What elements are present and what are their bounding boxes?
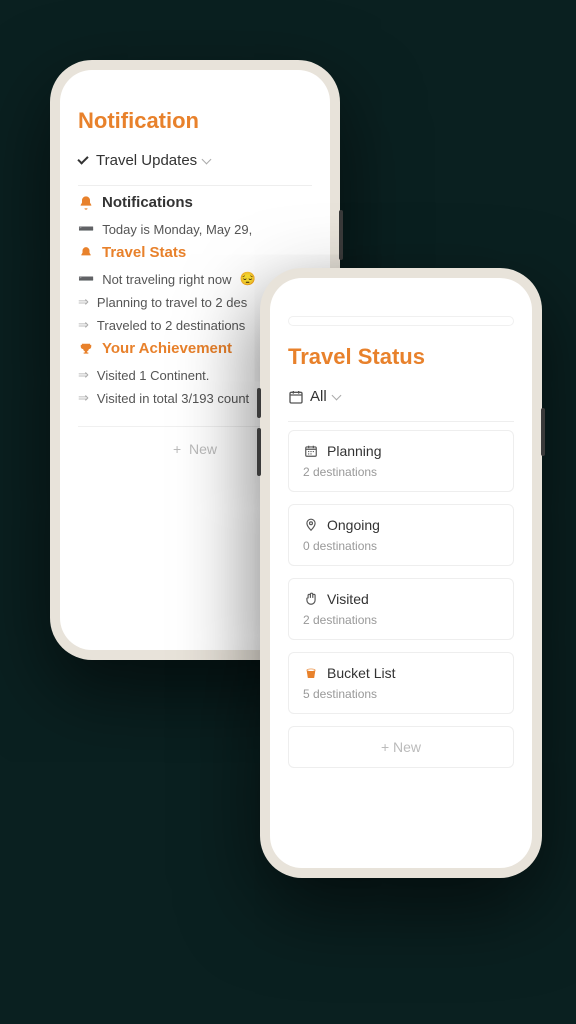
status-card-planning[interactable]: Planning 2 destinations — [288, 430, 514, 492]
bell-filled-icon — [78, 245, 94, 261]
status-card-bucket-list[interactable]: Bucket List 5 destinations — [288, 652, 514, 714]
travel-stats-title: Travel Stats — [102, 244, 186, 261]
notifications-title: Notifications — [102, 194, 193, 211]
side-button — [257, 428, 261, 476]
card-title-text: Bucket List — [327, 665, 395, 681]
travel-stats-heading: Travel Stats — [78, 244, 312, 261]
stat-text: Traveled to 2 destinations — [97, 318, 245, 333]
new-label: New — [393, 739, 421, 755]
card-subtitle: 0 destinations — [303, 539, 499, 553]
divider — [288, 421, 514, 422]
check-icon — [77, 153, 88, 164]
side-button — [541, 408, 545, 456]
new-button[interactable]: + New — [288, 726, 514, 768]
arrow-right-icon: ⇒ — [78, 367, 89, 383]
bullet-icon: ➖ — [78, 271, 94, 287]
card-subtitle: 2 destinations — [303, 613, 499, 627]
bucket-icon — [303, 665, 319, 681]
arrow-right-icon: ⇒ — [78, 390, 89, 406]
card-title-text: Planning — [327, 443, 382, 459]
card-title-text: Ongoing — [327, 517, 380, 533]
chevron-down-icon — [331, 391, 341, 401]
status-card-ongoing[interactable]: Ongoing 0 destinations — [288, 504, 514, 566]
page-title: Notification — [78, 108, 312, 134]
notifications-heading: Notifications — [78, 194, 312, 211]
calendar-icon — [288, 389, 304, 405]
page-title: Travel Status — [288, 344, 514, 370]
arrow-right-icon: ⇒ — [78, 294, 89, 310]
plus-icon: + — [173, 441, 181, 457]
section-header-travel-updates[interactable]: Travel Updates — [78, 152, 312, 169]
trophy-icon — [78, 341, 94, 357]
side-button — [339, 210, 343, 260]
partial-top-card — [288, 316, 514, 326]
hand-wave-icon — [303, 591, 319, 607]
achievement-text: Visited in total 3/193 count — [97, 391, 249, 406]
achievement-title: Your Achievement — [102, 340, 232, 357]
notification-line-today: ➖ Today is Monday, May 29, — [78, 221, 312, 237]
card-subtitle: 2 destinations — [303, 465, 499, 479]
screen-right: Travel Status All Planning 2 destination… — [270, 278, 532, 868]
achievement-text: Visited 1 Continent. — [97, 368, 210, 383]
divider — [78, 185, 312, 186]
section-header-label: All — [310, 388, 327, 405]
bullet-icon: ➖ — [78, 221, 94, 237]
arrow-right-icon: ⇒ — [78, 317, 89, 333]
bell-icon — [78, 195, 94, 211]
card-title-text: Visited — [327, 591, 369, 607]
plus-icon: + — [381, 739, 389, 755]
new-label: New — [189, 441, 217, 457]
stat-text: Planning to travel to 2 des — [97, 295, 247, 310]
section-header-all[interactable]: All — [288, 388, 514, 405]
card-subtitle: 5 destinations — [303, 687, 499, 701]
pin-icon — [303, 517, 319, 533]
side-button — [257, 388, 261, 418]
emoji-face-icon: 😔 — [240, 271, 256, 287]
status-card-visited[interactable]: Visited 2 destinations — [288, 578, 514, 640]
stat-text: Not traveling right now — [102, 272, 231, 287]
chevron-down-icon — [202, 155, 212, 165]
notification-text: Today is Monday, May 29, — [102, 222, 252, 237]
section-header-label: Travel Updates — [96, 152, 197, 169]
phone-right: Travel Status All Planning 2 destination… — [260, 268, 542, 878]
calendar-grid-icon — [303, 443, 319, 459]
